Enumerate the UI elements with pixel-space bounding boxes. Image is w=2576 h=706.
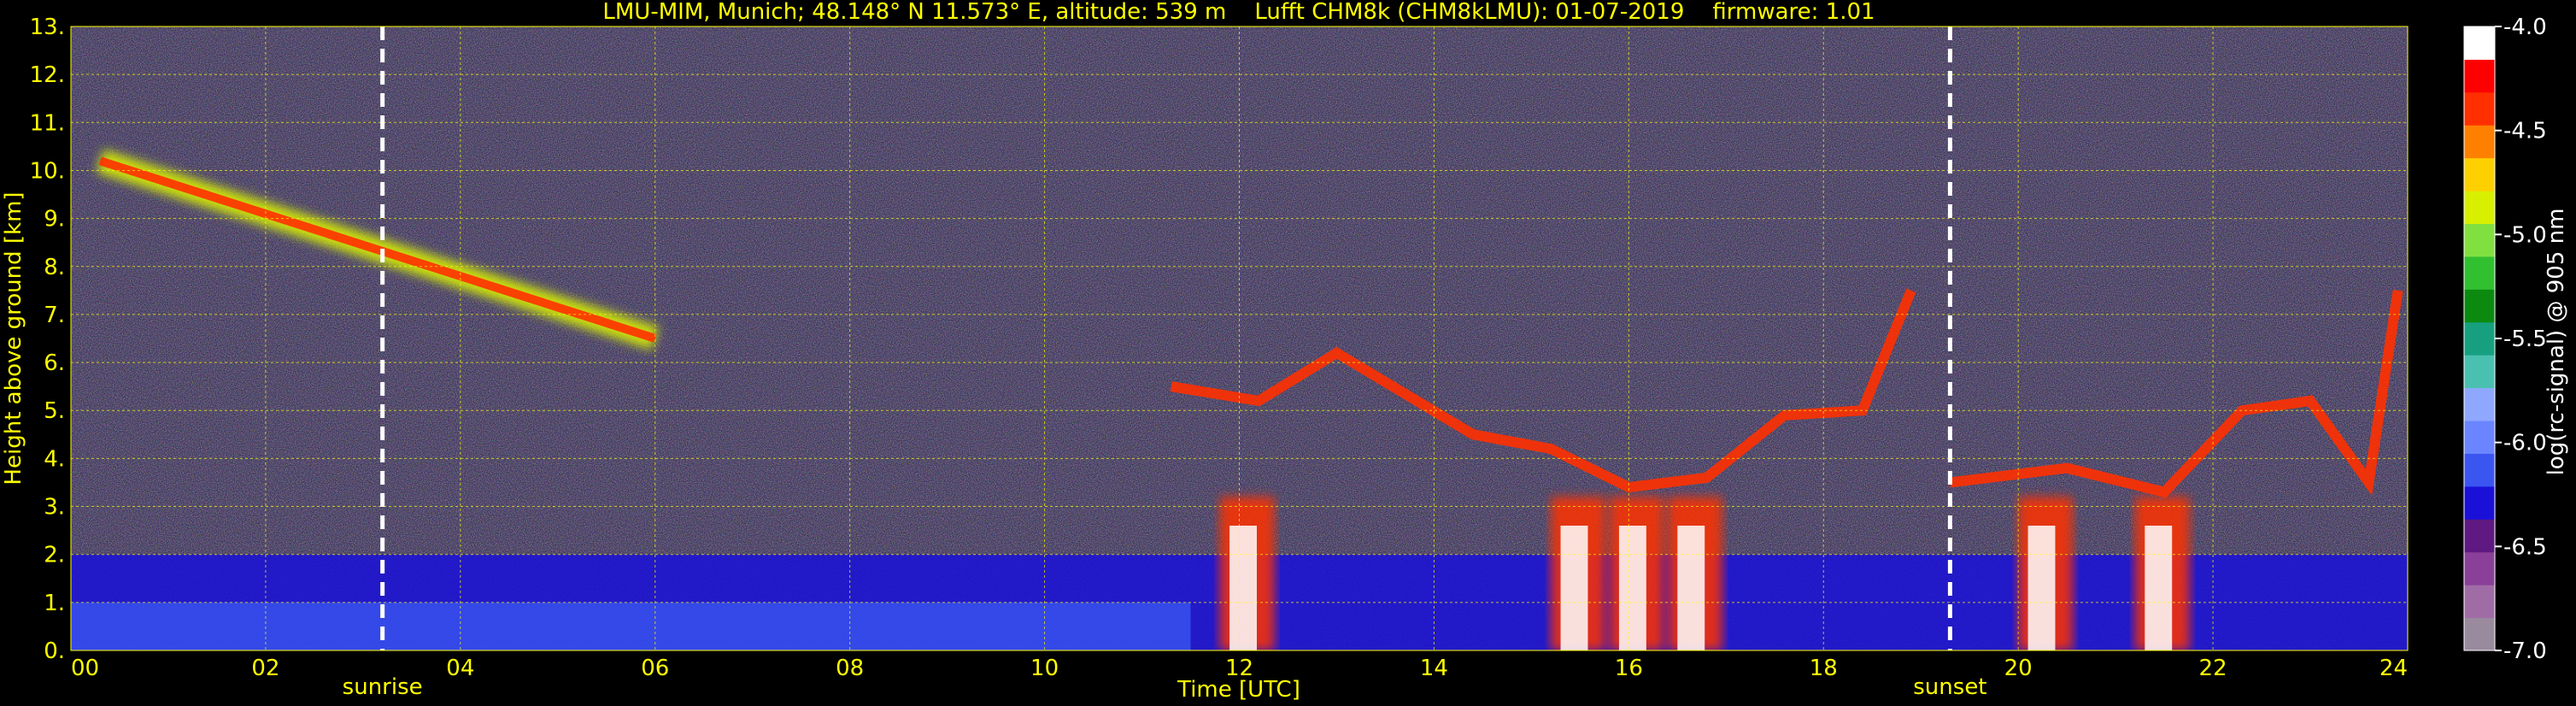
x-tick-label: 18: [1810, 656, 1838, 681]
y-tick-label: 9.: [44, 207, 65, 232]
x-tick-label: 22: [2199, 656, 2227, 681]
colorbar-segment: [2464, 321, 2495, 356]
y-tick-label: 13.: [30, 15, 65, 40]
y-tick-label: 10.: [30, 158, 65, 184]
y-tick-label: 11.: [30, 110, 65, 136]
chart-title: LMU-MIM, Munich; 48.148° N 11.573° E, al…: [602, 0, 1875, 25]
layer-convective-core: [1229, 526, 1258, 650]
y-tick-label: 5.: [44, 398, 65, 424]
x-tick-label: 10: [1030, 656, 1059, 681]
y-tick-label: 7.: [44, 303, 65, 328]
colorbar-tick-label: -6.5: [2503, 534, 2547, 560]
colorbar-segment: [2464, 617, 2495, 651]
x-tick-label: 08: [836, 656, 864, 681]
y-tick-label: 2.: [44, 543, 65, 568]
colorbar-segment: [2464, 585, 2495, 619]
colorbar: -4.0 -4.5 -5.0 -5.5 -6.0 -6.5 -7.0: [2463, 15, 2547, 664]
y-tick-label: 6.: [44, 350, 65, 376]
colorbar-segment: [2464, 355, 2495, 389]
colorbar-segment: [2464, 519, 2495, 553]
y-tick-label: 1.: [44, 591, 65, 616]
layer-convective-core: [1618, 526, 1646, 650]
marker-labels: sunrise sunset: [343, 674, 1987, 700]
colorbar-segment: [2464, 223, 2495, 257]
colorbar-tick-label: -6.0: [2503, 431, 2547, 456]
x-tick-label: 06: [641, 656, 669, 681]
colorbar-tick-label: -5.5: [2503, 327, 2547, 352]
colorbar-segment: [2464, 551, 2495, 585]
colorbar-segment: [2464, 59, 2495, 93]
y-axis-ticks: 0. 1. 2. 3. 4. 5. 6. 7. 8. 9. 10. 11. 12. 13.: [30, 15, 65, 664]
colorbar-segment: [2464, 387, 2495, 421]
x-tick-label: 02: [251, 656, 279, 681]
colorbar-segment: [2464, 485, 2495, 520]
x-tick-label: 04: [446, 656, 474, 681]
layer-boundary-low: [71, 602, 1191, 650]
layer-convective-core: [1560, 526, 1588, 650]
sunset-label: sunset: [1913, 674, 1986, 700]
x-tick-label: 16: [1615, 656, 1643, 681]
y-tick-label: 8.: [44, 255, 65, 280]
sunrise-label: sunrise: [343, 674, 423, 700]
y-tick-label: 0.: [44, 638, 65, 664]
colorbar-segment: [2464, 157, 2495, 191]
colorbar-segment: [2464, 453, 2495, 487]
x-tick-label: 14: [1420, 656, 1448, 681]
x-tick-label: 20: [2004, 656, 2033, 681]
y-axis-label: Height above ground [km]: [1, 191, 26, 485]
colorbar-segment: [2464, 125, 2495, 159]
colorbar-tick-label: -4.0: [2503, 15, 2547, 40]
colorbar-segment: [2464, 26, 2495, 60]
x-tick-label: 00: [71, 656, 99, 681]
layer-convective-core: [2145, 526, 2173, 650]
y-tick-label: 3.: [44, 495, 65, 521]
y-tick-label: 4.: [44, 446, 65, 472]
colorbar-segment: [2464, 91, 2495, 126]
layer-convective-core: [2027, 526, 2056, 650]
colorbar-tick-label: -7.0: [2503, 638, 2547, 664]
colorbar-tick-label: -5.0: [2503, 222, 2547, 248]
layer-convective-core: [1677, 526, 1705, 650]
y-tick-label: 12.: [30, 62, 65, 88]
colorbar-tick-label: -4.5: [2503, 119, 2547, 144]
colorbar-segment: [2464, 256, 2495, 290]
ceilometer-chart: LMU-MIM, Munich; 48.148° N 11.573° E, al…: [1, 0, 2569, 703]
colorbar-label: log(rc-signal) @ 905 nm: [2544, 209, 2569, 476]
x-axis-label: Time [UTC]: [1177, 677, 1300, 703]
colorbar-segment: [2464, 289, 2495, 323]
colorbar-segment: [2464, 421, 2495, 454]
x-tick-label: 24: [2379, 656, 2408, 681]
colorbar-segment: [2464, 191, 2495, 225]
plot-area: [71, 26, 2408, 650]
